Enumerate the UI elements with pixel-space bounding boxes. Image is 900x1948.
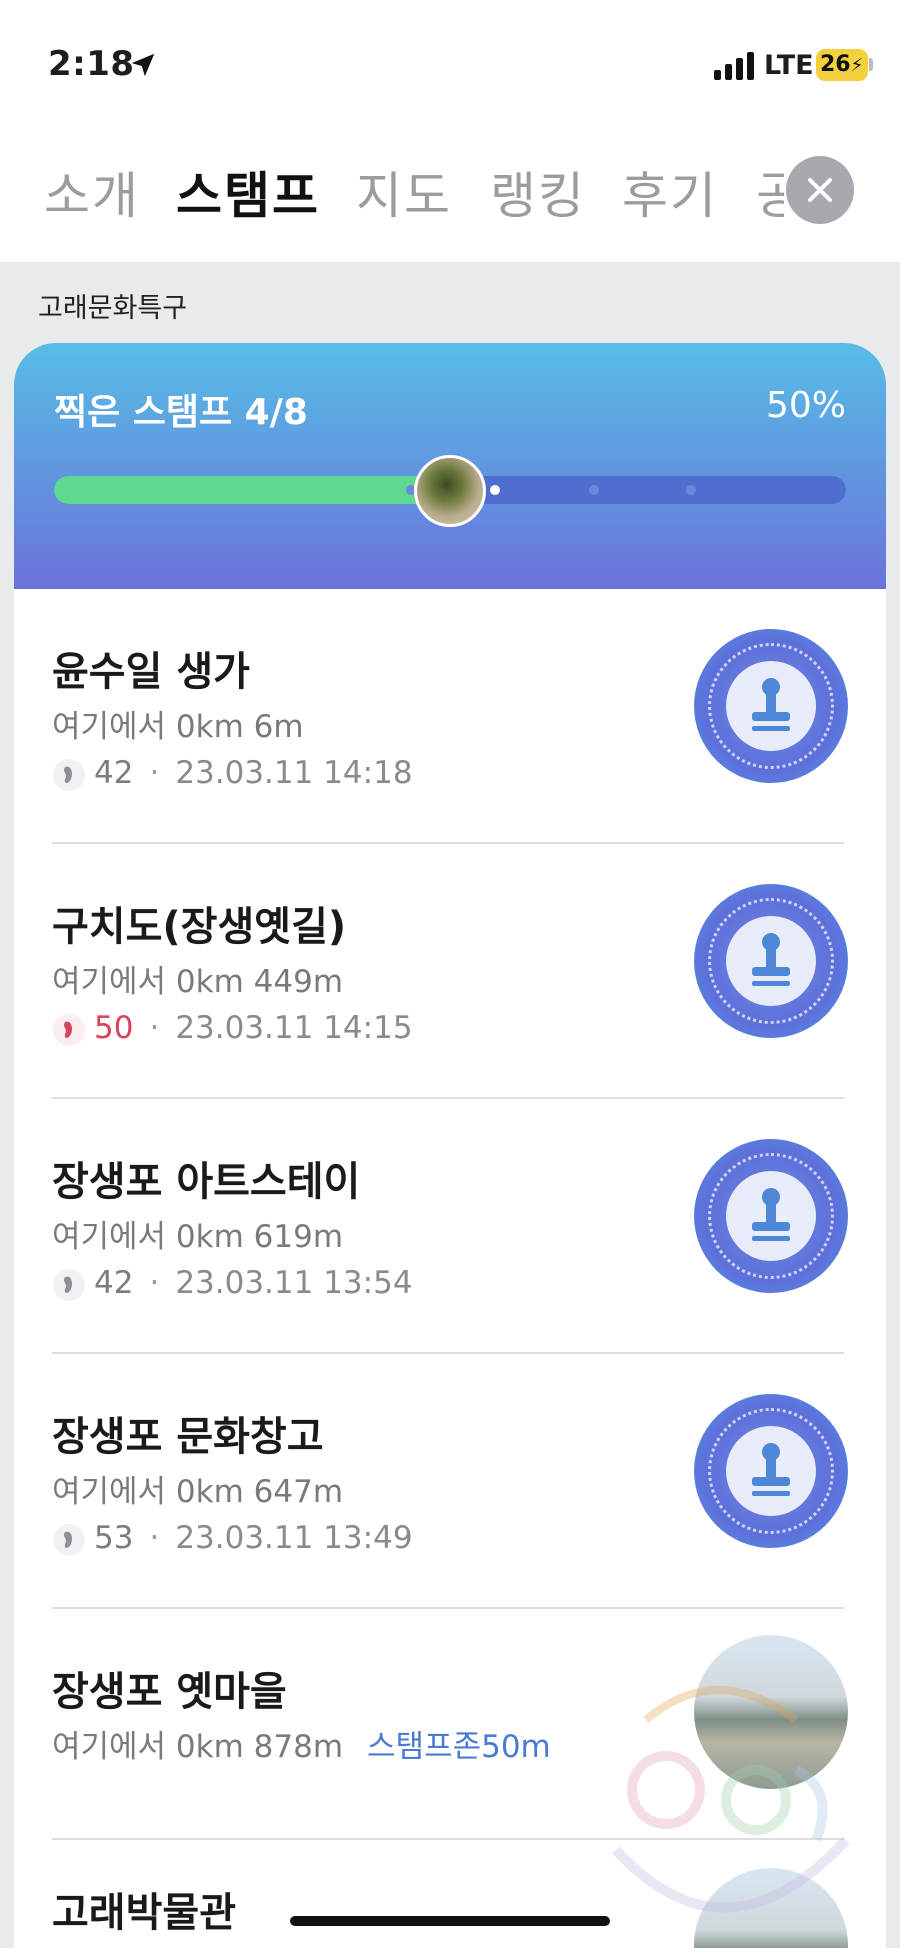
place-title: 구치도(장생옛길) <box>52 904 347 950</box>
footprint-icon <box>53 1523 85 1556</box>
battery-level: 26 <box>820 52 851 77</box>
stamp-datetime: 23.03.11 13:49 <box>175 1520 413 1556</box>
list-item[interactable]: 장생포 아트스테이 여기에서 0km 619m 42 · 23.03.11 13:5… <box>14 1099 886 1354</box>
signal-bars-icon <box>714 52 754 80</box>
status-bar: 2:18 LTE 26⚡ <box>0 0 900 130</box>
tab-ranking[interactable]: 랭킹 <box>490 156 586 228</box>
close-icon <box>808 178 832 202</box>
place-title: 장생포 아트스테이 <box>52 1159 361 1205</box>
place-title: 고래박물관 <box>52 1890 236 1936</box>
stamp-core <box>726 1171 816 1261</box>
home-indicator <box>290 1916 610 1926</box>
tab-map[interactable]: 지도 <box>356 156 452 228</box>
stamp-datetime: 23.03.11 14:18 <box>175 755 413 791</box>
city-logo-watermark <box>612 1686 850 1913</box>
stamp-icon <box>752 933 790 986</box>
visit-meta: 42 · 23.03.11 13:54 <box>52 1265 413 1302</box>
tab-reviews[interactable]: 후기 <box>622 156 718 228</box>
place-distance: 여기에서 0km 878m 스탬프존50m <box>52 1721 551 1766</box>
tab-more[interactable]: 공 <box>756 156 784 228</box>
stamp-core <box>726 661 816 751</box>
visit-meta: 53 · 23.03.11 13:49 <box>52 1520 413 1557</box>
footprint-icon <box>53 1268 85 1301</box>
footprint-icon <box>53 758 85 791</box>
stamp-count: 42 <box>94 755 134 791</box>
stamp-count: 53 <box>94 1520 134 1556</box>
place-distance: 여기에서 0km 619m <box>52 1219 344 1255</box>
stamp-badge[interactable] <box>694 1394 848 1548</box>
stamp-count: 42 <box>94 1265 134 1301</box>
stamp-badge[interactable] <box>694 1139 848 1293</box>
network-type: LTE <box>764 50 814 81</box>
place-distance: 여기에서 0km 6m <box>52 709 304 745</box>
meta-separator: · <box>149 1265 160 1301</box>
visit-meta: 50 · 23.03.11 14:15 <box>52 1010 413 1047</box>
meta-separator: · <box>149 1010 160 1046</box>
place-title: 장생포 문화창고 <box>52 1414 324 1460</box>
place-distance: 여기에서 0km 647m <box>52 1474 344 1510</box>
stamp-zone-label: 스탬프존50m <box>367 1729 551 1765</box>
progress-dot <box>686 485 696 495</box>
close-button[interactable] <box>786 156 854 224</box>
stamp-datetime: 23.03.11 13:54 <box>175 1265 413 1301</box>
footprint-icon <box>53 1013 85 1046</box>
place-title: 윤수일 생가 <box>52 649 250 695</box>
list-item[interactable]: 구치도(장생옛길) 여기에서 0km 449m 50 · 23.03.11 14:1… <box>14 844 886 1099</box>
place-title: 장생포 옛마을 <box>52 1669 287 1715</box>
tab-intro[interactable]: 소개 <box>44 156 140 228</box>
avatar <box>414 455 486 527</box>
place-distance: 여기에서 0km 449m <box>52 964 344 1000</box>
place-distance-text: 여기에서 0km 878m <box>52 1729 344 1765</box>
stamp-badge[interactable] <box>694 884 848 1038</box>
progress-title: 찍은 스탬프 4/8 <box>54 392 308 433</box>
stamp-icon <box>752 678 790 731</box>
stamp-icon <box>752 1443 790 1496</box>
progress-percent: 50% <box>765 385 846 426</box>
meta-separator: · <box>149 755 160 791</box>
battery-cap <box>869 58 873 71</box>
stamp-icon <box>752 1188 790 1241</box>
list-item[interactable]: 윤수일 생가 여기에서 0km 6m 42 · 23.03.11 14:18 <box>14 589 886 844</box>
stamp-core <box>726 916 816 1006</box>
meta-separator: · <box>149 1520 160 1556</box>
stamp-core <box>726 1426 816 1516</box>
progress-card: 찍은 스탬프 4/8 50% <box>14 343 886 589</box>
stamp-datetime: 23.03.11 14:15 <box>175 1010 413 1046</box>
section-label: 고래문화특구 <box>38 293 188 324</box>
visit-meta: 42 · 23.03.11 14:18 <box>52 755 413 792</box>
stamp-count: 50 <box>94 1010 134 1046</box>
tab-bar: 소개 스탬프 지도 랭킹 후기 공 <box>0 140 900 260</box>
location-arrow-icon <box>131 53 155 77</box>
progress-fill <box>54 476 450 504</box>
progress-dot-current <box>490 485 500 495</box>
progress-dot <box>589 485 599 495</box>
battery-icon: 26⚡ <box>816 49 868 81</box>
list-item[interactable]: 장생포 문화창고 여기에서 0km 647m 53 · 23.03.11 13:49 <box>14 1354 886 1609</box>
stamp-badge[interactable] <box>694 629 848 783</box>
tab-stamp[interactable]: 스탬프 <box>176 156 320 228</box>
status-time: 2:18 <box>48 44 135 84</box>
